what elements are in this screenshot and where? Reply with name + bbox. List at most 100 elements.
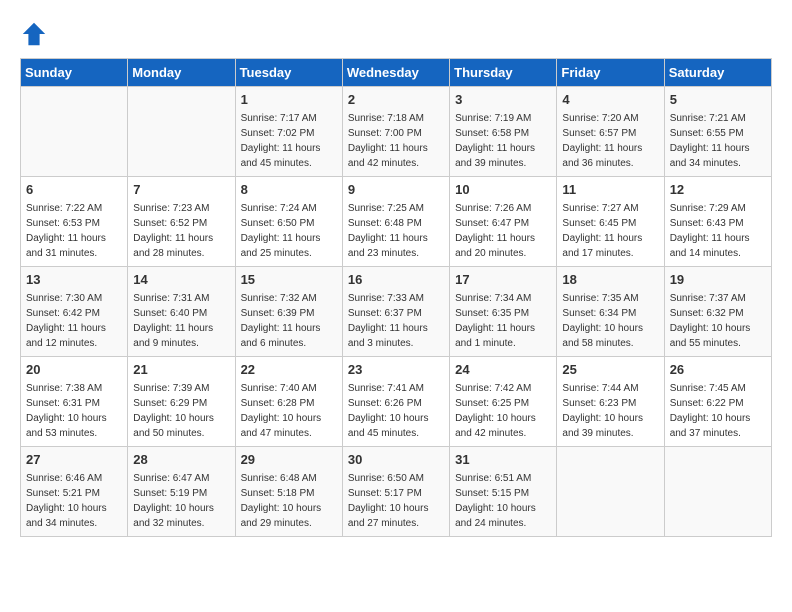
day-number: 9 <box>348 181 444 199</box>
day-info: Sunrise: 7:35 AM Sunset: 6:34 PM Dayligh… <box>562 293 643 349</box>
day-info: Sunrise: 7:38 AM Sunset: 6:31 PM Dayligh… <box>26 383 107 439</box>
day-info: Sunrise: 7:21 AM Sunset: 6:55 PM Dayligh… <box>670 113 750 169</box>
calendar-cell: 16 Sunrise: 7:33 AM Sunset: 6:37 PM Dayli… <box>342 267 449 357</box>
day-info: Sunrise: 7:20 AM Sunset: 6:57 PM Dayligh… <box>562 113 642 169</box>
page-header <box>20 20 772 48</box>
day-number: 26 <box>670 361 766 379</box>
calendar-cell: 31Sunrise: 6:51 AM Sunset: 5:15 PM Dayli… <box>450 447 557 537</box>
calendar-cell: 10Sunrise: 7:26 AM Sunset: 6:47 PM Dayli… <box>450 177 557 267</box>
day-info: Sunrise: 6:51 AM Sunset: 5:15 PM Dayligh… <box>455 473 536 529</box>
day-info: Sunrise: 7:33 AM Sunset: 6:37 PM Dayligh… <box>348 293 428 349</box>
calendar-cell: 11 Sunrise: 7:27 AM Sunset: 6:45 PM Dayli… <box>557 177 664 267</box>
calendar-week-3: 13 Sunrise: 7:30 AM Sunset: 6:42 PM Dayli… <box>21 267 772 357</box>
calendar-table: SundayMondayTuesdayWednesdayThursdayFrid… <box>20 58 772 537</box>
calendar-week-1: 1Sunrise: 7:17 AM Sunset: 7:02 PM Daylig… <box>21 87 772 177</box>
calendar-cell: 27Sunrise: 6:46 AM Sunset: 5:21 PM Dayli… <box>21 447 128 537</box>
calendar-body: 1Sunrise: 7:17 AM Sunset: 7:02 PM Daylig… <box>21 87 772 537</box>
calendar-cell <box>557 447 664 537</box>
day-info: Sunrise: 7:19 AM Sunset: 6:58 PM Dayligh… <box>455 113 535 169</box>
day-number: 16 <box>348 271 444 289</box>
day-number: 28 <box>133 451 229 469</box>
day-info: Sunrise: 7:45 AM Sunset: 6:22 PM Dayligh… <box>670 383 751 439</box>
day-info: Sunrise: 6:48 AM Sunset: 5:18 PM Dayligh… <box>241 473 322 529</box>
day-number: 21 <box>133 361 229 379</box>
day-number: 14 <box>133 271 229 289</box>
calendar-cell: 26 Sunrise: 7:45 AM Sunset: 6:22 PM Dayli… <box>664 357 771 447</box>
calendar-cell: 5 Sunrise: 7:21 AM Sunset: 6:55 PM Daylig… <box>664 87 771 177</box>
calendar-cell: 4 Sunrise: 7:20 AM Sunset: 6:57 PM Daylig… <box>557 87 664 177</box>
header-friday: Friday <box>557 59 664 87</box>
header-thursday: Thursday <box>450 59 557 87</box>
calendar-cell <box>664 447 771 537</box>
day-info: Sunrise: 7:22 AM Sunset: 6:53 PM Dayligh… <box>26 203 106 259</box>
day-number: 22 <box>241 361 337 379</box>
day-info: Sunrise: 6:47 AM Sunset: 5:19 PM Dayligh… <box>133 473 214 529</box>
day-info: Sunrise: 7:42 AM Sunset: 6:25 PM Dayligh… <box>455 383 536 439</box>
calendar-cell: 6Sunrise: 7:22 AM Sunset: 6:53 PM Daylig… <box>21 177 128 267</box>
logo <box>20 20 52 48</box>
calendar-header-row: SundayMondayTuesdayWednesdayThursdayFrid… <box>21 59 772 87</box>
day-info: Sunrise: 7:25 AM Sunset: 6:48 PM Dayligh… <box>348 203 428 259</box>
calendar-cell: 8Sunrise: 7:24 AM Sunset: 6:50 PM Daylig… <box>235 177 342 267</box>
day-number: 18 <box>562 271 658 289</box>
calendar-cell: 1Sunrise: 7:17 AM Sunset: 7:02 PM Daylig… <box>235 87 342 177</box>
calendar-cell: 28 Sunrise: 6:47 AM Sunset: 5:19 PM Dayli… <box>128 447 235 537</box>
calendar-cell: 25Sunrise: 7:44 AM Sunset: 6:23 PM Dayli… <box>557 357 664 447</box>
day-number: 30 <box>348 451 444 469</box>
day-number: 24 <box>455 361 551 379</box>
calendar-week-5: 27Sunrise: 6:46 AM Sunset: 5:21 PM Dayli… <box>21 447 772 537</box>
day-info: Sunrise: 7:32 AM Sunset: 6:39 PM Dayligh… <box>241 293 321 349</box>
day-number: 17 <box>455 271 551 289</box>
header-saturday: Saturday <box>664 59 771 87</box>
calendar-cell: 20 Sunrise: 7:38 AM Sunset: 6:31 PM Dayli… <box>21 357 128 447</box>
day-info: Sunrise: 7:29 AM Sunset: 6:43 PM Dayligh… <box>670 203 750 259</box>
day-number: 20 <box>26 361 122 379</box>
day-number: 4 <box>562 91 658 109</box>
day-info: Sunrise: 7:44 AM Sunset: 6:23 PM Dayligh… <box>562 383 643 439</box>
day-number: 13 <box>26 271 122 289</box>
calendar-cell: 2 Sunrise: 7:18 AM Sunset: 7:00 PM Daylig… <box>342 87 449 177</box>
header-tuesday: Tuesday <box>235 59 342 87</box>
calendar-cell: 3 Sunrise: 7:19 AM Sunset: 6:58 PM Daylig… <box>450 87 557 177</box>
day-number: 19 <box>670 271 766 289</box>
calendar-cell: 17 Sunrise: 7:34 AM Sunset: 6:35 PM Dayli… <box>450 267 557 357</box>
calendar-cell: 19 Sunrise: 7:37 AM Sunset: 6:32 PM Dayli… <box>664 267 771 357</box>
day-number: 23 <box>348 361 444 379</box>
calendar-cell <box>21 87 128 177</box>
day-info: Sunrise: 7:18 AM Sunset: 7:00 PM Dayligh… <box>348 113 428 169</box>
day-info: Sunrise: 6:50 AM Sunset: 5:17 PM Dayligh… <box>348 473 429 529</box>
calendar-cell: 12 Sunrise: 7:29 AM Sunset: 6:43 PM Dayli… <box>664 177 771 267</box>
calendar-cell: 7Sunrise: 7:23 AM Sunset: 6:52 PM Daylig… <box>128 177 235 267</box>
day-number: 27 <box>26 451 122 469</box>
day-number: 12 <box>670 181 766 199</box>
day-info: Sunrise: 7:24 AM Sunset: 6:50 PM Dayligh… <box>241 203 321 259</box>
day-number: 5 <box>670 91 766 109</box>
day-number: 10 <box>455 181 551 199</box>
day-number: 11 <box>562 181 658 199</box>
calendar-cell: 22 Sunrise: 7:40 AM Sunset: 6:28 PM Dayli… <box>235 357 342 447</box>
logo-icon <box>20 20 48 48</box>
calendar-cell: 15 Sunrise: 7:32 AM Sunset: 6:39 PM Dayli… <box>235 267 342 357</box>
calendar-cell: 23Sunrise: 7:41 AM Sunset: 6:26 PM Dayli… <box>342 357 449 447</box>
day-number: 15 <box>241 271 337 289</box>
calendar-cell: 13 Sunrise: 7:30 AM Sunset: 6:42 PM Dayli… <box>21 267 128 357</box>
day-number: 1 <box>241 91 337 109</box>
calendar-week-2: 6Sunrise: 7:22 AM Sunset: 6:53 PM Daylig… <box>21 177 772 267</box>
calendar-cell: 9 Sunrise: 7:25 AM Sunset: 6:48 PM Daylig… <box>342 177 449 267</box>
calendar-cell <box>128 87 235 177</box>
header-wednesday: Wednesday <box>342 59 449 87</box>
calendar-cell: 21Sunrise: 7:39 AM Sunset: 6:29 PM Dayli… <box>128 357 235 447</box>
day-info: Sunrise: 7:30 AM Sunset: 6:42 PM Dayligh… <box>26 293 106 349</box>
day-number: 7 <box>133 181 229 199</box>
header-sunday: Sunday <box>21 59 128 87</box>
day-number: 3 <box>455 91 551 109</box>
day-info: Sunrise: 7:34 AM Sunset: 6:35 PM Dayligh… <box>455 293 535 349</box>
calendar-cell: 29Sunrise: 6:48 AM Sunset: 5:18 PM Dayli… <box>235 447 342 537</box>
day-info: Sunrise: 7:31 AM Sunset: 6:40 PM Dayligh… <box>133 293 213 349</box>
day-info: Sunrise: 7:27 AM Sunset: 6:45 PM Dayligh… <box>562 203 642 259</box>
day-info: Sunrise: 7:40 AM Sunset: 6:28 PM Dayligh… <box>241 383 322 439</box>
calendar-week-4: 20 Sunrise: 7:38 AM Sunset: 6:31 PM Dayli… <box>21 357 772 447</box>
day-number: 2 <box>348 91 444 109</box>
day-info: Sunrise: 7:37 AM Sunset: 6:32 PM Dayligh… <box>670 293 751 349</box>
calendar-cell: 24 Sunrise: 7:42 AM Sunset: 6:25 PM Dayli… <box>450 357 557 447</box>
